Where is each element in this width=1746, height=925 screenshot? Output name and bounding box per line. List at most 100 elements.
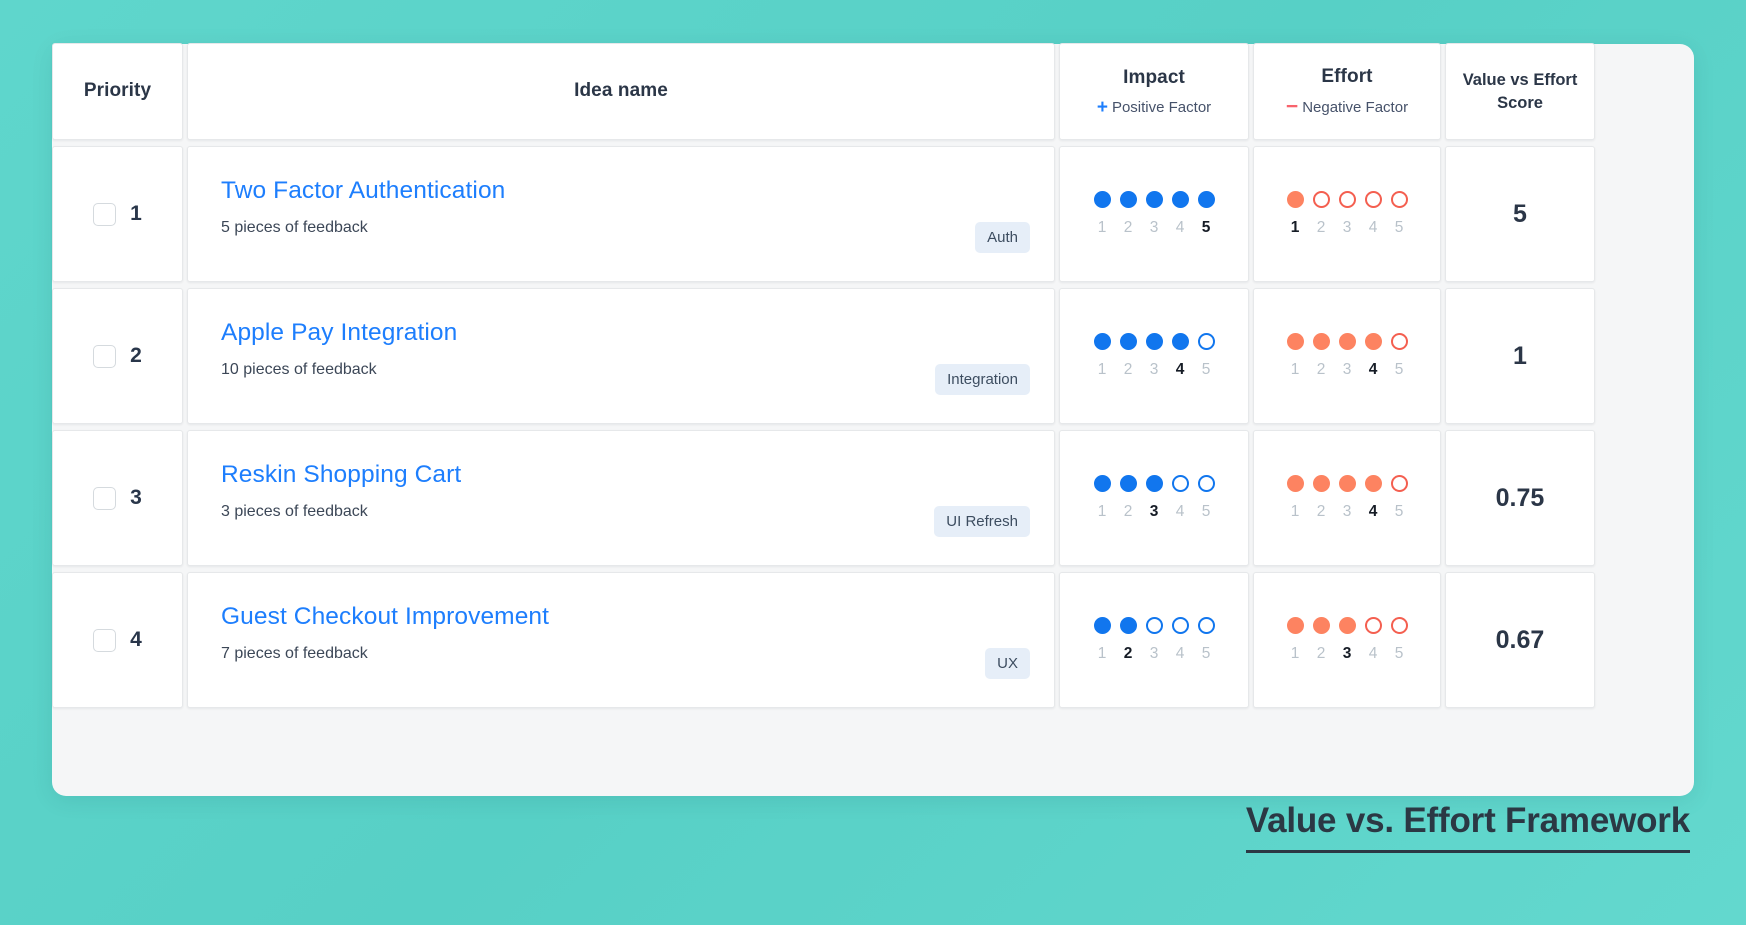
effort-dot-2[interactable] <box>1313 191 1330 208</box>
impact-dot-5[interactable] <box>1198 191 1215 208</box>
idea-title-link[interactable]: Guest Checkout Improvement <box>221 603 1024 631</box>
priority-number: 3 <box>130 486 142 510</box>
impact-scale-label-2: 2 <box>1120 503 1137 521</box>
effort-dot-5[interactable] <box>1391 475 1408 492</box>
table-row[interactable]: 4 Guest Checkout Improvement 7 pieces of f… <box>52 572 1694 708</box>
impact-dot-1[interactable] <box>1094 475 1111 492</box>
impact-dot-scale[interactable] <box>1094 333 1215 350</box>
impact-dot-3[interactable] <box>1146 475 1163 492</box>
table-row[interactable]: 1Two Factor Authentication5 pieces of fe… <box>52 146 1694 282</box>
impact-dot-2[interactable] <box>1120 617 1137 634</box>
impact-scale-label-2: 2 <box>1120 361 1137 379</box>
effort-dot-2[interactable] <box>1313 617 1330 634</box>
impact-dot-1[interactable] <box>1094 333 1111 350</box>
effort-dot-2[interactable] <box>1313 475 1330 492</box>
header-label-effort: Effort <box>1321 65 1372 89</box>
impact-scale-label-1: 1 <box>1094 219 1111 237</box>
impact-dot-scale[interactable] <box>1094 475 1215 492</box>
impact-dot-5[interactable] <box>1198 475 1215 492</box>
category-tag[interactable]: UI Refresh <box>934 506 1030 537</box>
impact-dot-4[interactable] <box>1172 475 1189 492</box>
impact-rating-cell[interactable]: 12345 <box>1059 146 1249 282</box>
idea-title-link[interactable]: Apple Pay Integration <box>221 319 1024 347</box>
effort-dot-4[interactable] <box>1365 475 1382 492</box>
impact-rating-cell[interactable]: 12345 <box>1059 572 1249 708</box>
header-cell-effort: Effort − Negative Factor <box>1253 43 1441 140</box>
impact-dot-scale[interactable] <box>1094 617 1215 634</box>
effort-dot-5[interactable] <box>1391 617 1408 634</box>
header-label-priority: Priority <box>84 79 151 103</box>
row-checkbox[interactable] <box>93 203 116 226</box>
impact-dot-4[interactable] <box>1172 191 1189 208</box>
effort-dot-1[interactable] <box>1287 333 1304 350</box>
table-row[interactable]: 2 Apple Pay Integration 10 pieces of feedb… <box>52 288 1694 424</box>
impact-scale-label-3: 3 <box>1146 219 1163 237</box>
effort-rating-cell[interactable]: 12345 <box>1253 430 1441 566</box>
row-checkbox[interactable] <box>93 345 116 368</box>
effort-scale-label-2: 2 <box>1313 503 1330 521</box>
impact-dot-3[interactable] <box>1146 333 1163 350</box>
idea-title-link[interactable]: Two Factor Authentication <box>221 177 1024 205</box>
header-cell-impact: Impact + Positive Factor <box>1059 43 1249 140</box>
effort-dot-4[interactable] <box>1365 617 1382 634</box>
impact-dot-2[interactable] <box>1120 333 1137 350</box>
effort-dot-scale[interactable] <box>1287 475 1408 492</box>
impact-dot-5[interactable] <box>1198 617 1215 634</box>
score-cell: 1 <box>1445 288 1595 424</box>
impact-dot-3[interactable] <box>1146 191 1163 208</box>
impact-dot-2[interactable] <box>1120 191 1137 208</box>
category-tag[interactable]: Auth <box>975 222 1030 253</box>
priority-number: 2 <box>130 344 142 368</box>
score-value: 1 <box>1513 342 1527 371</box>
effort-dot-3[interactable] <box>1339 617 1356 634</box>
impact-dot-1[interactable] <box>1094 617 1111 634</box>
effort-scale-label-4: 4 <box>1365 645 1382 663</box>
effort-dot-4[interactable] <box>1365 333 1382 350</box>
table-row[interactable]: 3Reskin Shopping Cart3 pieces of feedbac… <box>52 430 1694 566</box>
effort-scale-label-5: 5 <box>1391 645 1408 663</box>
effort-scale-labels: 12345 <box>1287 219 1408 237</box>
impact-dot-scale[interactable] <box>1094 191 1215 208</box>
effort-dot-3[interactable] <box>1339 191 1356 208</box>
effort-dot-scale[interactable] <box>1287 617 1408 634</box>
impact-dot-1[interactable] <box>1094 191 1111 208</box>
effort-dot-3[interactable] <box>1339 475 1356 492</box>
effort-dot-3[interactable] <box>1339 333 1356 350</box>
effort-dot-1[interactable] <box>1287 475 1304 492</box>
impact-scale-label-1: 1 <box>1094 361 1111 379</box>
effort-dot-1[interactable] <box>1287 617 1304 634</box>
header-sub-effort: − Negative Factor <box>1286 97 1408 118</box>
impact-dot-3[interactable] <box>1146 617 1163 634</box>
effort-rating-cell[interactable]: 12345 <box>1253 572 1441 708</box>
effort-rating-cell[interactable]: 12345 <box>1253 288 1441 424</box>
impact-rating-cell[interactable]: 12345 <box>1059 288 1249 424</box>
impact-rating-cell[interactable]: 12345 <box>1059 430 1249 566</box>
effort-dot-2[interactable] <box>1313 333 1330 350</box>
header-sub-impact: + Positive Factor <box>1097 98 1211 117</box>
header-sub-impact-label: Positive Factor <box>1112 99 1211 116</box>
effort-dot-5[interactable] <box>1391 333 1408 350</box>
feedback-count: 10 pieces of feedback <box>221 361 1024 379</box>
impact-dot-4[interactable] <box>1172 333 1189 350</box>
minus-icon: − <box>1286 96 1298 117</box>
row-checkbox[interactable] <box>93 629 116 652</box>
effort-dot-scale[interactable] <box>1287 191 1408 208</box>
impact-dot-4[interactable] <box>1172 617 1189 634</box>
header-cell-score: Value vs Effort Score <box>1445 43 1595 140</box>
row-checkbox[interactable] <box>93 487 116 510</box>
effort-dot-scale[interactable] <box>1287 333 1408 350</box>
effort-dot-4[interactable] <box>1365 191 1382 208</box>
plus-icon: + <box>1097 98 1108 117</box>
impact-scale-label-2: 2 <box>1120 645 1137 663</box>
category-tag[interactable]: Integration <box>935 364 1030 395</box>
category-tag[interactable]: UX <box>985 648 1030 679</box>
idea-title-link[interactable]: Reskin Shopping Cart <box>221 461 1024 489</box>
impact-scale-label-3: 3 <box>1146 645 1163 663</box>
effort-dot-1[interactable] <box>1287 191 1304 208</box>
feedback-count: 7 pieces of feedback <box>221 645 1024 663</box>
impact-dot-5[interactable] <box>1198 333 1215 350</box>
effort-dot-5[interactable] <box>1391 191 1408 208</box>
header-cell-priority: Priority <box>52 43 183 140</box>
impact-dot-2[interactable] <box>1120 475 1137 492</box>
effort-rating-cell[interactable]: 12345 <box>1253 146 1441 282</box>
